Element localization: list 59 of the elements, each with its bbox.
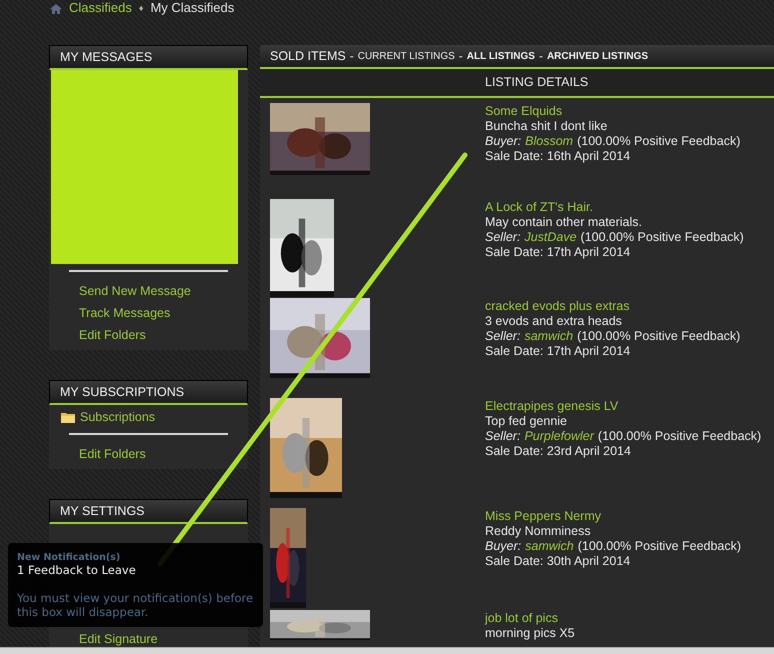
notification-note: You must view your notification(s) before this box will disappear. bbox=[17, 591, 254, 619]
listing-title[interactable]: Miss Peppers Nermy bbox=[485, 509, 742, 524]
feedback-text: (100.00% Positive Feedback) bbox=[577, 329, 740, 344]
feedback-text: (100.00% Positive Feedback) bbox=[580, 230, 744, 245]
sidebar-link[interactable]: Subscriptions bbox=[80, 410, 156, 424]
trader-role: Buyer: bbox=[485, 134, 522, 149]
breadcrumb-separator: ♦ bbox=[138, 2, 144, 12]
listing-title[interactable]: job lot of pics bbox=[485, 611, 575, 626]
trader-link[interactable]: samwich bbox=[524, 329, 574, 344]
column-header: LISTING DETAILS bbox=[485, 75, 588, 89]
breadcrumb-link[interactable]: Classifieds bbox=[69, 0, 132, 15]
feedback-text: (100.00% Positive Feedback) bbox=[578, 539, 742, 554]
sidebar-box-header: MY SETTINGS bbox=[49, 499, 248, 524]
sidebar-link[interactable]: Track Messages bbox=[49, 302, 248, 324]
sale-date: Sale Date: 30th April 2014 bbox=[485, 554, 632, 569]
sale-date: Sale Date: 17th April 2014 bbox=[485, 245, 632, 260]
listing-title[interactable]: A Lock of ZT's Hair. bbox=[485, 200, 744, 215]
breadcrumb-current: My Classifieds bbox=[150, 0, 234, 15]
feedback-text: (100.00% Positive Feedback) bbox=[598, 429, 762, 444]
listing-description: May contain other materials. bbox=[485, 215, 644, 230]
tab-separator: - bbox=[458, 49, 463, 63]
tab-separator: - bbox=[538, 49, 543, 63]
tab-link[interactable]: ARCHIVED LISTINGS bbox=[546, 50, 648, 62]
listing-description: Reddy Nomminess bbox=[485, 524, 592, 539]
listing-description: Buncha shit I dont like bbox=[485, 119, 608, 134]
trader-link[interactable]: Purplefowler bbox=[524, 429, 594, 444]
listing-title[interactable]: cracked evods plus extras bbox=[485, 299, 740, 314]
listing-description: 3 evods and extra heads bbox=[485, 314, 623, 329]
trader-link[interactable]: samwich bbox=[525, 539, 574, 554]
tab-link[interactable]: ALL LISTINGS bbox=[466, 50, 535, 62]
sidebar-link[interactable]: Edit Folders bbox=[49, 324, 248, 346]
listing-title[interactable]: Some Elquids bbox=[485, 104, 740, 119]
trader-role: Buyer: bbox=[485, 539, 522, 554]
trader-role: Seller: bbox=[485, 230, 520, 245]
folder-icon bbox=[61, 412, 75, 422]
sale-date: Sale Date: 23rd April 2014 bbox=[485, 444, 632, 459]
sidebar-link[interactable]: Edit Signature bbox=[49, 628, 248, 650]
feedback-text: (100.00% Positive Feedback) bbox=[577, 134, 740, 149]
notification-message: 1 Feedback to Leave bbox=[17, 563, 137, 577]
panel-title: SOLD ITEMS bbox=[270, 49, 346, 63]
sidebar-box-header: MY MESSAGES bbox=[49, 45, 248, 70]
trader-link[interactable]: Blossom bbox=[525, 134, 574, 149]
horizontal-scrollbar[interactable] bbox=[0, 647, 774, 654]
trader-link[interactable]: JustDave bbox=[524, 230, 577, 245]
sidebar-link[interactable]: Send New Message bbox=[49, 280, 248, 302]
tab-link[interactable]: CURRENT LISTINGS bbox=[358, 50, 455, 62]
trader-role: Seller: bbox=[485, 429, 520, 444]
trader-role: Seller: bbox=[485, 329, 520, 344]
notification-popup[interactable]: New Notification(s) 1 Feedback to Leave You must view your notification(s) before this box will disappear. bbox=[8, 543, 263, 627]
notification-heading: New Notification(s) bbox=[17, 552, 122, 563]
listing-title[interactable]: Electrapipes genesis LV bbox=[485, 399, 762, 414]
sale-date: Sale Date: 16th April 2014 bbox=[485, 149, 632, 164]
listing-description: Top fed gennie bbox=[485, 414, 568, 429]
sidebar-box-header: MY SUBSCRIPTIONS bbox=[49, 380, 248, 405]
tab-separator: - bbox=[350, 49, 354, 63]
sidebar-link[interactable]: Edit Folders bbox=[49, 443, 248, 465]
listing-description: morning pics X5 bbox=[485, 626, 575, 641]
sale-date: Sale Date: 17th April 2014 bbox=[485, 344, 632, 359]
home-icon[interactable] bbox=[50, 4, 62, 14]
